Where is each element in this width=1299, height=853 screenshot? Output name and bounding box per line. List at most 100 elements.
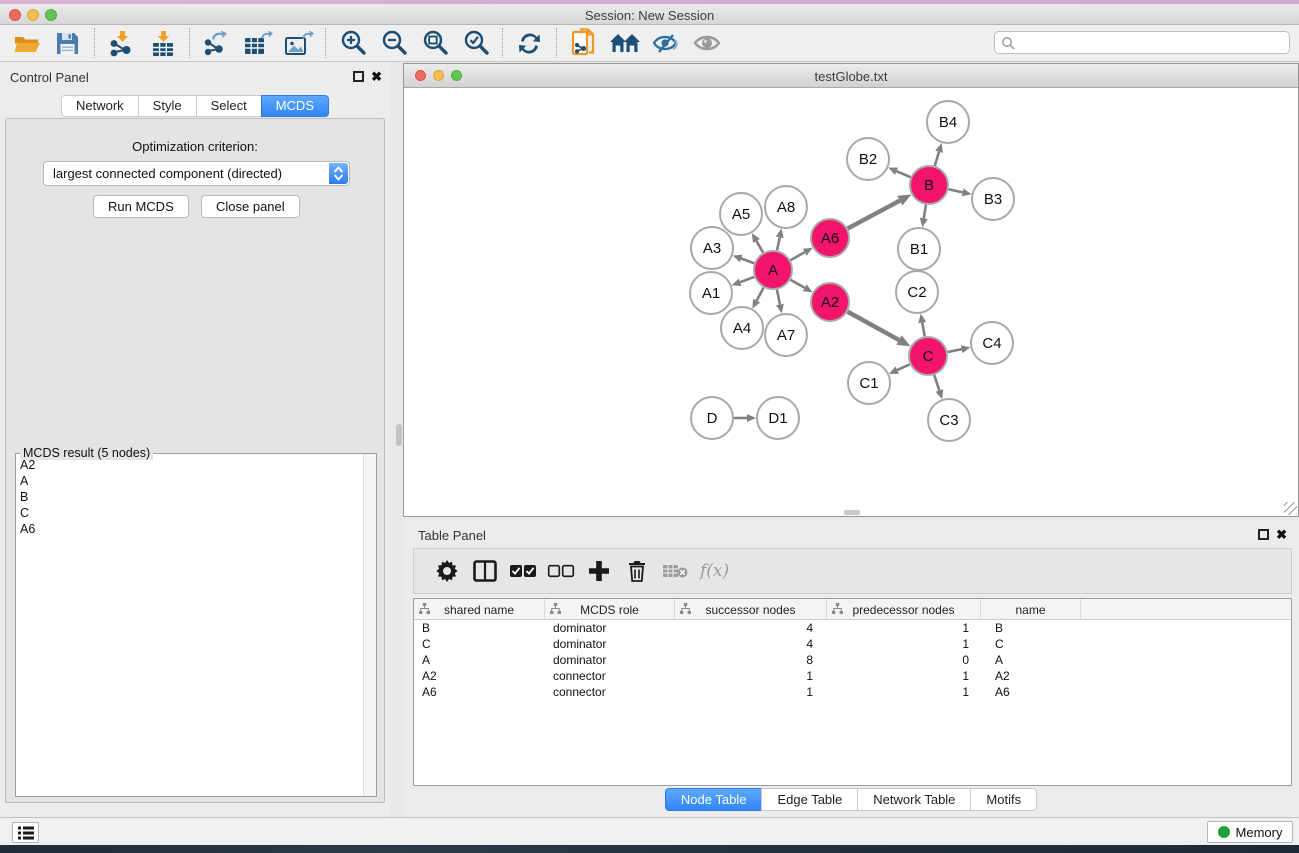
node-label-B3: B3 (984, 191, 1002, 208)
edge-A6-B[interactable] (848, 201, 900, 229)
network-canvas[interactable]: B4B2BB3A5A8A6A3AB1A1A2C2A4A7C4CC1DD1C3 (404, 88, 1298, 516)
function-builder-button[interactable]: f(x) (700, 561, 729, 581)
select-all-button[interactable] (504, 554, 542, 588)
edge-A-A3[interactable] (741, 259, 754, 264)
edge-A-A4[interactable] (757, 288, 764, 301)
network-hscroll-thumb[interactable] (844, 510, 860, 515)
table-panel-title: Table Panel (418, 528, 486, 543)
task-history-button[interactable] (12, 822, 39, 843)
mcds-result-item[interactable]: A2 (20, 457, 363, 473)
column-header-shared-name[interactable]: shared name (414, 599, 545, 620)
edge-B-B2[interactable] (897, 171, 911, 177)
arrowhead-icon (918, 314, 926, 324)
import-table-button[interactable] (142, 28, 183, 58)
refresh-button[interactable] (509, 28, 550, 58)
delete-column-button[interactable] (618, 554, 656, 588)
edge-A-A5[interactable] (756, 241, 763, 253)
new-network-from-selection-button[interactable] (563, 28, 604, 58)
float-panel-icon[interactable] (353, 71, 364, 82)
edge-C-C1[interactable] (897, 364, 910, 370)
edge-B-B1[interactable] (924, 205, 926, 219)
arrowhead-icon (920, 218, 928, 228)
edge-A-A1[interactable] (740, 277, 754, 282)
deselect-all-button[interactable] (542, 554, 580, 588)
window-resize-grip[interactable] (1284, 502, 1297, 515)
column-header-name[interactable]: name (981, 599, 1081, 620)
node-label-A2: A2 (821, 294, 839, 311)
mcds-result-item[interactable]: B (20, 489, 363, 505)
export-network-button[interactable] (196, 28, 237, 58)
table-settings-button[interactable] (428, 554, 466, 588)
edge-A-A2[interactable] (790, 280, 804, 288)
mcds-result-scrollbar[interactable] (363, 454, 376, 796)
column-header-successor-nodes[interactable]: successor nodes (675, 599, 827, 620)
edge-A-A6[interactable] (790, 252, 804, 260)
export-image-button[interactable] (278, 28, 319, 58)
zoom-out-button[interactable] (373, 28, 414, 58)
mcds-result-list[interactable]: A2ABCA6 (16, 454, 363, 796)
add-column-button[interactable] (580, 554, 618, 588)
delete-table-icon (662, 563, 688, 579)
table-row[interactable]: A2connector11A2 (414, 668, 1291, 684)
table-cell: dominator (545, 620, 675, 636)
table-row[interactable]: Cdominator41C (414, 636, 1291, 652)
close-panel-button[interactable]: Close panel (201, 195, 300, 218)
column-header-predecessor-nodes[interactable]: predecessor nodes (827, 599, 981, 620)
tab-motifs[interactable]: Motifs (970, 788, 1037, 811)
mcds-result-item[interactable]: A6 (20, 521, 363, 537)
edge-B-B4[interactable] (935, 152, 939, 166)
tab-network[interactable]: Network (61, 95, 138, 117)
edge-B-B3[interactable] (949, 189, 963, 192)
search-field[interactable] (994, 31, 1290, 54)
hide-selected-button[interactable] (645, 28, 686, 58)
save-session-button[interactable] (47, 28, 88, 58)
zoom-fit-button[interactable] (414, 28, 455, 58)
node-table[interactable]: shared nameMCDS rolesuccessor nodesprede… (413, 598, 1292, 786)
zoom-in-button[interactable] (332, 28, 373, 58)
edge-A-A7[interactable] (777, 290, 780, 305)
control-panel: Control Panel ✖ NetworkStyleSelectMCDS O… (0, 62, 390, 817)
tab-style[interactable]: Style (138, 95, 196, 117)
table-row[interactable]: Adominator80A (414, 652, 1291, 668)
table-cell: A (981, 652, 1081, 668)
table-cell: 1 (827, 684, 981, 700)
edge-A-A8[interactable] (777, 237, 780, 250)
table-cell: C (981, 636, 1081, 652)
edge-A2-C[interactable] (848, 312, 900, 340)
tab-mcds[interactable]: MCDS (261, 95, 329, 117)
first-neighbors-button[interactable] (604, 28, 645, 58)
mcds-result-item[interactable]: A (20, 473, 363, 489)
export-table-button[interactable] (237, 28, 278, 58)
tab-edge-table[interactable]: Edge Table (761, 788, 857, 811)
close-panel-icon[interactable]: ✖ (371, 69, 382, 85)
mcds-result-item[interactable]: C (20, 505, 363, 521)
edge-C-C2[interactable] (922, 323, 924, 337)
tab-node-table[interactable]: Node Table (665, 788, 762, 811)
network-view-window: testGlobe.txt B4B2BB3A5A8A6A3AB1A1A2C2A4… (403, 63, 1299, 517)
panel-splitter-handle[interactable] (396, 424, 402, 446)
memory-button[interactable]: Memory (1207, 821, 1293, 843)
tab-network-table[interactable]: Network Table (857, 788, 970, 811)
open-session-button[interactable] (6, 28, 47, 58)
status-bar: Memory (0, 817, 1299, 845)
optimization-dropdown[interactable]: largest connected component (directed) (43, 161, 350, 186)
run-mcds-button[interactable]: Run MCDS (93, 195, 189, 218)
show-all-button[interactable] (686, 28, 727, 58)
delete-table-button[interactable] (656, 554, 694, 588)
table-row[interactable]: Bdominator41B (414, 620, 1291, 636)
column-header-MCDS-role[interactable]: MCDS role (545, 599, 675, 620)
tab-select[interactable]: Select (196, 95, 261, 117)
arrowhead-icon (747, 414, 756, 422)
import-network-button[interactable] (101, 28, 142, 58)
node-label-C: C (923, 348, 934, 365)
memory-label: Memory (1236, 825, 1283, 840)
close-panel-icon[interactable]: ✖ (1276, 527, 1287, 543)
edge-C-C3[interactable] (934, 375, 939, 391)
table-cell: A6 (981, 684, 1081, 700)
table-row[interactable]: A6connector11A6 (414, 684, 1291, 700)
float-panel-icon[interactable] (1258, 529, 1269, 540)
show-columns-button[interactable] (466, 554, 504, 588)
zoom-selected-button[interactable] (455, 28, 496, 58)
edge-C-C4[interactable] (948, 349, 962, 352)
search-input[interactable] (1015, 36, 1289, 50)
